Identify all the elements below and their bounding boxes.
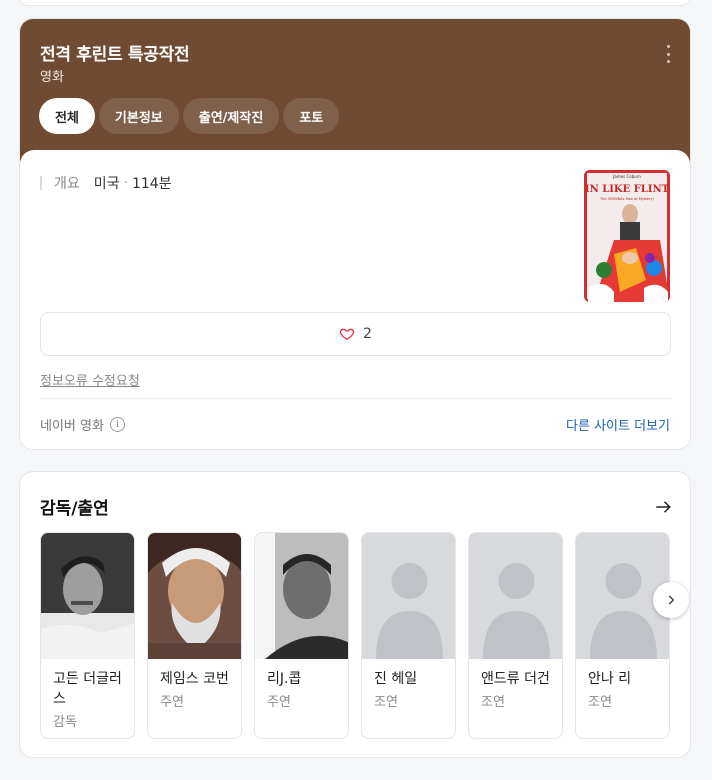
cast-card-item[interactable]: 고든 더글러스 감독: [40, 532, 135, 739]
overview-runtime: 114분: [131, 176, 172, 192]
cast-list: 고든 더글러스 감독 제임스 코번 주연 리J.콥 주연 진 헤일 조연 앤드류…: [40, 532, 670, 739]
person-name: 진 헤일: [374, 671, 418, 687]
cast-card-item[interactable]: 진 헤일 조연: [361, 532, 456, 739]
person-photo: [41, 533, 134, 659]
carousel-next-button[interactable]: [653, 582, 689, 618]
tab-photo[interactable]: 포토: [283, 98, 340, 134]
person-role: 조연: [374, 695, 398, 710]
tab-cast-crew[interactable]: 출연/제작진: [182, 98, 280, 134]
poster-title-art: IN LIKE FLINT: [585, 184, 670, 195]
movie-info-card: 전격 후린트 특공작전 영화 전체 기본정보 출연/제작진 포토 개요 미국 ·…: [19, 18, 691, 450]
more-vertical-icon[interactable]: [660, 45, 676, 63]
previous-card-edge: [19, 0, 691, 6]
source-info: 네이버 영화 i: [40, 415, 125, 434]
cast-card-item[interactable]: 제임스 코번 주연: [147, 532, 242, 739]
cast-card: 감독/출연 고든 더글러스 감독 제임스 코번 주연 리J.콥 주연 진 헤일 …: [19, 471, 691, 758]
person-role: 조연: [481, 695, 505, 710]
person-name: 제임스 코번: [160, 671, 229, 687]
report-error-link[interactable]: 정보오류 수정요청: [40, 370, 140, 389]
person-name: 리J.콥: [267, 671, 302, 687]
heart-icon: [339, 328, 355, 341]
other-sites-link[interactable]: 다른 사이트 더보기: [566, 415, 670, 434]
like-button[interactable]: 2: [40, 312, 671, 356]
person-name: 안나 리: [588, 671, 632, 687]
overview-separator: ·: [123, 175, 128, 191]
person-role: 감독: [53, 715, 77, 730]
overview-label: 개요: [54, 176, 80, 192]
arrow-right-icon[interactable]: [654, 498, 672, 516]
cast-card-item[interactable]: 리J.콥 주연: [254, 532, 349, 739]
movie-title: 전격 후린트 특공작전: [40, 45, 190, 65]
chevron-right-icon: [668, 595, 675, 605]
cast-card-item[interactable]: 앤드류 더건 조연: [468, 532, 563, 739]
movie-header: 전격 후린트 특공작전 영화 전체 기본정보 출연/제작진 포토: [20, 19, 690, 169]
person-placeholder-photo: [362, 533, 455, 659]
info-icon[interactable]: i: [109, 417, 125, 432]
person-photo: [148, 533, 241, 659]
tab-bar: 전체 기본정보 출연/제작진 포토: [39, 98, 340, 134]
person-placeholder-photo: [469, 533, 562, 659]
overview-row: 개요 미국 · 114분: [40, 173, 172, 193]
person-photo: [255, 533, 348, 659]
tab-all[interactable]: 전체: [39, 98, 95, 134]
source-label: 네이버 영화: [40, 419, 104, 434]
cast-section-title: 감독/출연: [40, 499, 109, 519]
person-role: 주연: [160, 695, 184, 710]
svg-text:James Coburn: James Coburn: [612, 174, 641, 179]
section-divider: [40, 398, 671, 399]
person-name: 고든 더글러스: [53, 671, 122, 707]
person-role: 주연: [267, 695, 291, 710]
movie-poster[interactable]: James Coburn IN LIKE FLINT The ORIGINAL …: [584, 170, 670, 302]
movie-category: 영화: [40, 70, 64, 85]
cast-card-item[interactable]: 안나 리 조연: [575, 532, 670, 739]
like-count: 2: [363, 326, 372, 342]
overview-divider: [40, 176, 42, 190]
movie-info-body: 개요 미국 · 114분 James Coburn IN LIKE FLINT …: [20, 150, 690, 449]
overview-country: 미국: [93, 176, 120, 192]
tab-basic-info[interactable]: 기본정보: [98, 98, 179, 134]
person-name: 앤드류 더건: [481, 671, 550, 687]
person-role: 조연: [588, 695, 612, 710]
poster-tagline: The ORIGINAL Man of Mystery!: [599, 197, 654, 201]
